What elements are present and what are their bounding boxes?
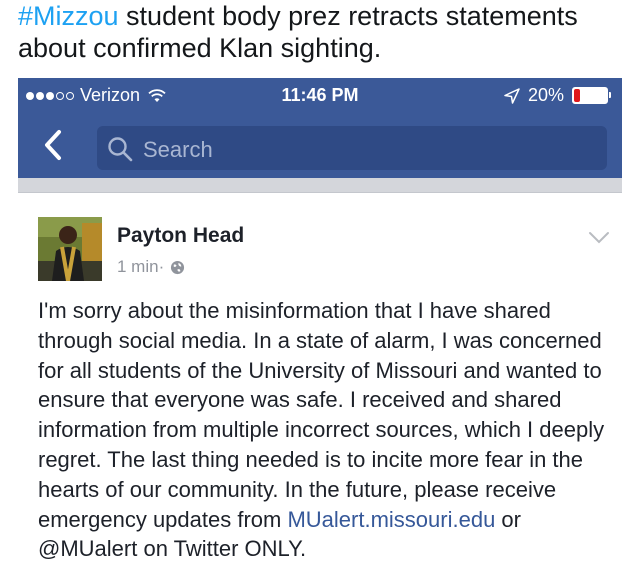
post-timestamp[interactable]: 1 min bbox=[117, 257, 159, 277]
nav-bar: Search bbox=[18, 112, 622, 178]
avatar[interactable] bbox=[38, 217, 102, 281]
tweet-text: #Mizzou student body prez retracts state… bbox=[18, 0, 618, 64]
globe-icon bbox=[171, 260, 185, 274]
status-right: 20% bbox=[504, 85, 611, 106]
search-input[interactable]: Search bbox=[97, 126, 607, 170]
battery-percent: 20% bbox=[527, 85, 564, 105]
avatar-photo bbox=[38, 217, 102, 281]
post-options-chevron-icon[interactable] bbox=[588, 231, 610, 245]
post-meta: 1 min · bbox=[117, 257, 185, 277]
battery-level bbox=[574, 89, 580, 102]
meta-separator: · bbox=[158, 257, 165, 276]
search-placeholder: Search bbox=[143, 137, 213, 162]
facebook-post: Payton Head 1 min · I'm sorry about the … bbox=[18, 193, 622, 585]
phone-screenshot: Verizon 11:46 PM 20% Search Payton Head … bbox=[18, 78, 622, 585]
hashtag-link[interactable]: #Mizzou bbox=[18, 1, 119, 31]
back-arrow-icon[interactable] bbox=[38, 128, 68, 162]
post-text: I'm sorry about the misinformation that … bbox=[38, 298, 605, 532]
status-bar: Verizon 11:46 PM 20% bbox=[18, 78, 622, 112]
post-author[interactable]: Payton Head bbox=[117, 224, 244, 248]
post-body: I'm sorry about the misinformation that … bbox=[38, 296, 618, 564]
search-icon bbox=[108, 137, 133, 162]
battery-icon bbox=[572, 87, 611, 104]
feed-divider bbox=[18, 178, 622, 193]
location-arrow-icon bbox=[504, 87, 520, 104]
post-link[interactable]: MUalert.missouri.edu bbox=[287, 507, 495, 532]
